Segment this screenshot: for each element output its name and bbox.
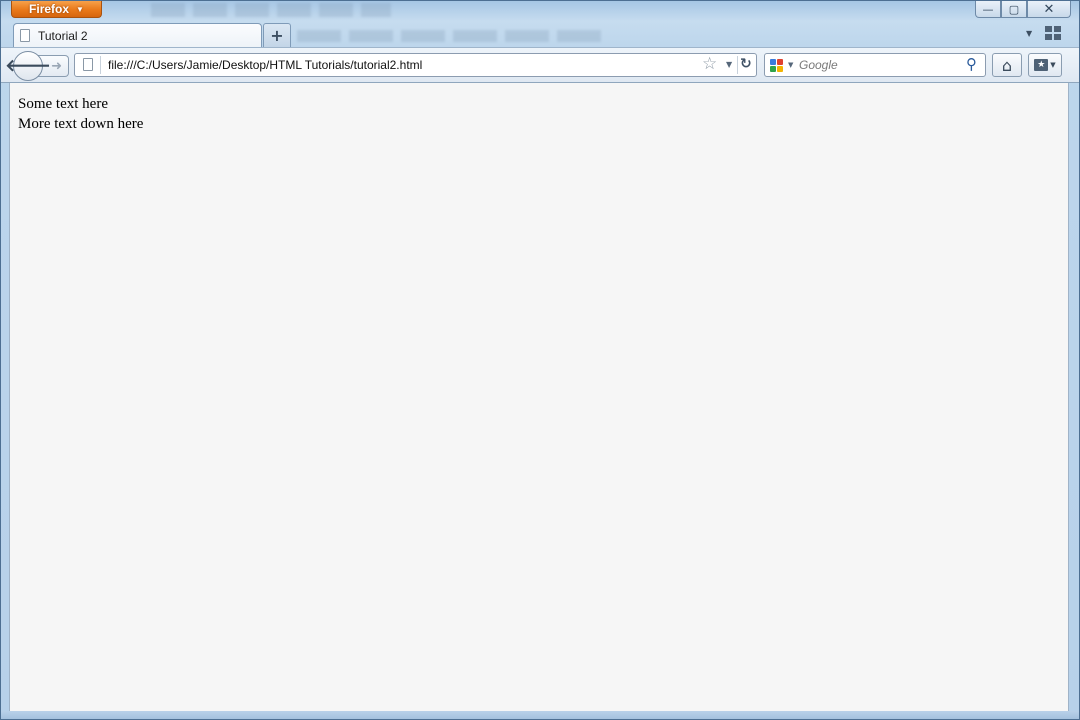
background-window-title [151,3,391,17]
plus-icon: + [270,26,284,45]
url-text[interactable]: file:///C:/Users/Jamie/Desktop/HTML Tuto… [108,58,422,72]
firefox-menu-button[interactable]: Firefox ▼ [11,1,102,18]
browser-window: Firefox ▼ — ▢ ✕ Tutorial 2 + ▼ ➜ 🡐 file:… [0,0,1080,720]
navigation-toolbar: ➜ 🡐 file:///C:/Users/Jamie/Desktop/HTML … [1,47,1079,83]
home-button[interactable]: ⌂ [992,53,1022,77]
minimize-icon: — [982,2,994,16]
chevron-down-icon: ▼ [1050,61,1056,69]
bookmark-star-icon[interactable]: ☆ [702,54,717,74]
search-input[interactable] [799,57,959,73]
back-button[interactable]: 🡐 [5,51,51,81]
site-identity-page-icon[interactable] [83,58,93,71]
page-icon [20,29,30,42]
magnifier-icon[interactable]: ⚲ [966,55,977,73]
chevron-down-icon: ▼ [76,4,84,14]
tab-tutorial-2[interactable]: Tutorial 2 [13,23,262,47]
title-bar: Firefox ▼ — ▢ ✕ [1,1,1079,21]
list-all-tabs-icon[interactable]: ▼ [1026,29,1032,38]
address-bar[interactable]: file:///C:/Users/Jamie/Desktop/HTML Tuto… [74,53,757,77]
tab-groups-icon[interactable] [1045,26,1061,40]
window-bottom-border [1,711,1079,719]
bookmarks-menu-icon: ★ [1034,59,1049,71]
tab-title: Tutorial 2 [38,28,88,43]
back-arrow-icon: 🡐 [5,56,51,76]
page-content: Some text here More text down here [9,83,1069,711]
firefox-menu-label: Firefox [29,2,70,16]
maximize-button[interactable]: ▢ [1001,1,1027,18]
window-controls: — ▢ ✕ [975,1,1071,18]
reload-icon[interactable]: ↻ [740,56,752,72]
maximize-icon: ▢ [1008,2,1020,16]
url-divider [100,56,101,74]
content-line-1: Some text here [18,96,108,112]
content-line-2: More text down here [18,116,144,132]
minimize-button[interactable]: — [975,1,1001,18]
tab-strip: Tutorial 2 + ▼ [1,21,1079,47]
new-tab-button[interactable]: + [263,23,291,47]
history-dropdown-icon[interactable]: ▼ [726,60,732,69]
close-icon: ✕ [1043,1,1055,17]
search-bar[interactable]: ▼ ⚲ [764,53,986,77]
url-separator [737,56,738,74]
close-window-button[interactable]: ✕ [1027,1,1071,18]
forward-arrow-icon: ➜ [51,58,62,74]
search-engine-dropdown-icon[interactable]: ▼ [788,61,793,69]
google-icon[interactable] [770,59,783,72]
background-tab-bar [297,30,607,42]
home-icon: ⌂ [1001,55,1013,75]
bookmarks-menu-button[interactable]: ★ ▼ [1028,53,1062,77]
